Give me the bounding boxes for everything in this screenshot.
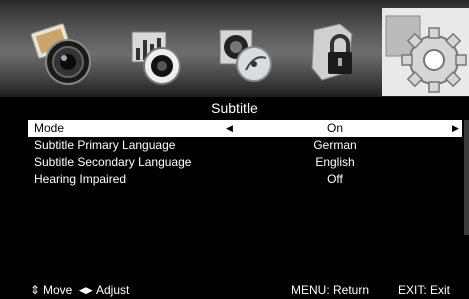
setting-label: Mode (34, 121, 65, 135)
setting-value: German (313, 138, 357, 152)
tab-picture[interactable] (20, 10, 104, 92)
tab-channel[interactable] (204, 10, 288, 92)
setting-label: Hearing Impaired (34, 172, 127, 186)
left-right-arrows-icon: ◀▶ (79, 285, 93, 295)
page-title: Subtitle (211, 100, 258, 116)
setting-value: Off (327, 172, 343, 186)
satellite-dish-icon (219, 29, 272, 82)
setting-label: Subtitle Primary Language (34, 138, 176, 152)
setting-row-hearing-impaired[interactable]: Hearing Impaired Off (28, 171, 462, 188)
up-down-arrows-icon: ⇕ (30, 283, 41, 297)
setting-row-mode[interactable]: Mode ◀ On ▶ (28, 120, 462, 137)
tab-sound[interactable] (112, 10, 196, 92)
camera-lens-photo-icon (30, 23, 91, 85)
scrollbar[interactable] (464, 120, 469, 235)
padlock-shield-icon (311, 23, 353, 81)
setting-label: Subtitle Secondary Language (34, 155, 192, 169)
tab-setup[interactable] (382, 8, 469, 96)
setting-row-primary-language[interactable]: Subtitle Primary Language German (28, 137, 462, 154)
menu-return-hint: MENU: Return (291, 283, 370, 297)
tab-lock[interactable] (294, 10, 378, 92)
arrow-right-icon[interactable]: ▶ (452, 120, 459, 137)
menu-icon-bar (0, 0, 469, 97)
footer-hint-bar: ⇕ Move ◀▶ Adjust MENU: Return EXIT: Exit (0, 281, 469, 299)
move-hint: Move (43, 283, 73, 297)
setting-value: On (326, 121, 343, 135)
gear-icon (382, 8, 469, 96)
setting-row-secondary-language[interactable]: Subtitle Secondary Language English (28, 154, 462, 171)
exit-hint: EXIT: Exit (398, 283, 451, 297)
arrow-left-icon[interactable]: ◀ (226, 120, 233, 137)
adjust-hint: Adjust (96, 283, 130, 297)
speaker-equalizer-icon (131, 31, 181, 85)
setting-value: English (315, 155, 355, 169)
